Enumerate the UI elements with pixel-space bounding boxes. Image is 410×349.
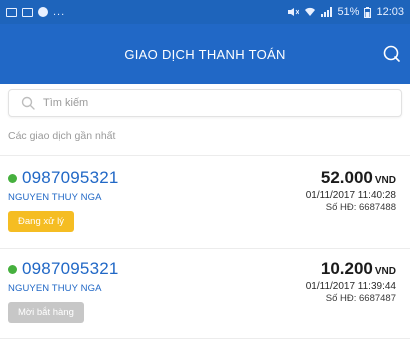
online-dot-icon — [8, 173, 17, 183]
divider — [0, 248, 410, 249]
transaction-left: 0987095321 NGUYEN THUY NGA Mời bắt hàng — [8, 259, 119, 323]
status-badge[interactable]: Đang xử lý — [8, 211, 74, 232]
section-title: Các giao dịch gần nhất — [8, 130, 116, 142]
phone-number: 0987095321 — [22, 168, 119, 187]
search-input[interactable] — [43, 97, 383, 109]
transaction-right: 10.200 VND 01/11/2017 11:39:44 Số HĐ: 668… — [306, 259, 396, 304]
invoice-number: Số HĐ: 6687488 — [325, 202, 396, 213]
amount: 52.000 — [320, 168, 373, 187]
more-notifications-icon: ... — [53, 6, 66, 18]
battery-icon — [364, 6, 372, 18]
divider — [0, 338, 410, 339]
customer-name: NGUYEN THUY NGA — [8, 192, 102, 203]
online-dot-icon — [8, 264, 17, 274]
chat-icon[interactable] — [382, 44, 402, 64]
invoice-number: Số HĐ: 6687487 — [325, 293, 396, 304]
page-title: GIAO DỊCH THANH TOÁN — [124, 46, 286, 62]
system-indicators: 51% 12:03 — [287, 6, 404, 18]
transaction-right: 52.000 VND 01/11/2017 11:40:28 Số HĐ: 668… — [306, 168, 396, 213]
notification-icons: ... — [6, 6, 65, 18]
customer-name: NGUYEN THUY NGA — [8, 283, 102, 294]
search-bar[interactable] — [8, 89, 402, 117]
search-icon — [21, 96, 35, 110]
transaction-left: 0987095321 NGUYEN THUY NGA Đang xử lý — [8, 168, 119, 232]
status-bar: ... 51% 12:03 — [0, 0, 410, 24]
phone-number: 0987095321 — [22, 259, 119, 278]
gallery-notification-icon — [22, 7, 33, 17]
status-badge[interactable]: Mời bắt hàng — [8, 302, 84, 323]
transaction-item[interactable]: 0987095321 NGUYEN THUY NGA Đang xử lý 52… — [0, 168, 410, 258]
phone-row: 0987095321 — [8, 259, 119, 279]
signal-icon — [321, 7, 333, 17]
wifi-icon — [305, 7, 316, 17]
transaction-item[interactable]: 0987095321 NGUYEN THUY NGA Mời bắt hàng … — [0, 259, 410, 349]
battery-percent: 51% — [337, 6, 360, 18]
transaction-datetime: 01/11/2017 11:40:28 — [305, 190, 396, 201]
app-notification-icon — [38, 7, 48, 17]
currency: VND — [374, 175, 396, 186]
image-notification-icon — [6, 7, 17, 17]
transaction-datetime: 01/11/2017 11:39:44 — [305, 281, 396, 292]
amount: 10.200 — [320, 259, 373, 278]
currency: VND — [374, 266, 396, 277]
phone-row: 0987095321 — [8, 168, 119, 188]
mute-icon — [288, 8, 300, 16]
app-bar: GIAO DỊCH THANH TOÁN — [0, 24, 410, 84]
clock: 12:03 — [376, 6, 404, 18]
divider — [0, 155, 410, 156]
